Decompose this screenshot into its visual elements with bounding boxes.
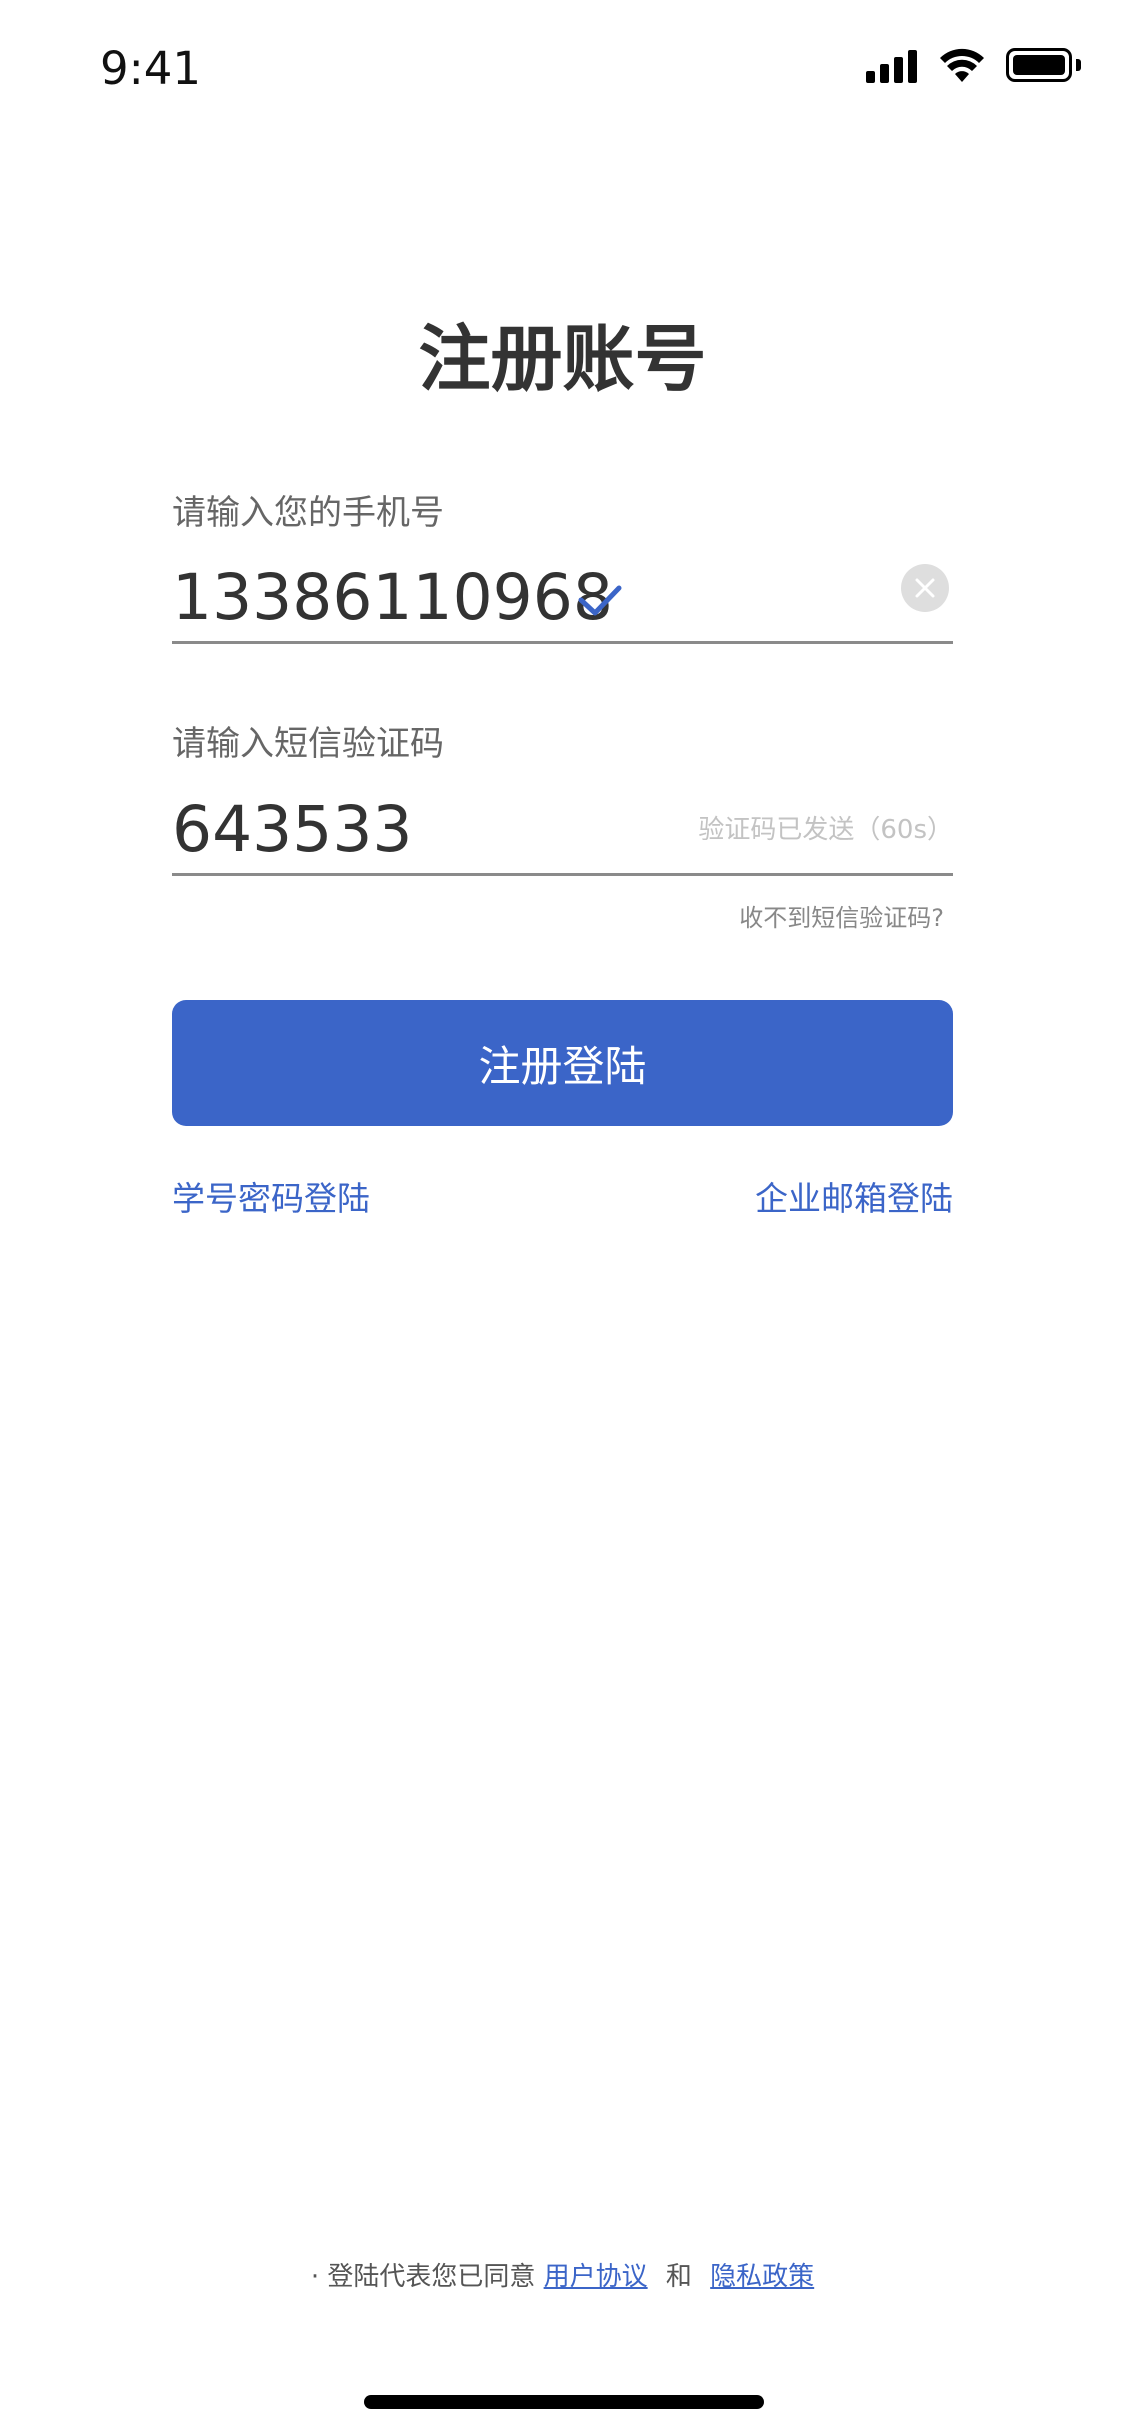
status-bar: 9:41 xyxy=(0,0,1125,132)
check-icon xyxy=(578,585,622,616)
agreement-and: 和 xyxy=(665,2262,692,2292)
resend-code-link[interactable]: 收不到短信验证码? xyxy=(739,898,944,933)
page-title: 注册账号 xyxy=(418,317,707,401)
battery-icon xyxy=(1006,48,1081,84)
phone-field-label: 请输入您的手机号 xyxy=(172,493,444,533)
status-icons xyxy=(866,48,1081,84)
agreement-notice: · 登陆代表您已同意 用户协议 和 隐私政策 xyxy=(0,2256,1125,2293)
verification-code-input[interactable]: 643533 验证码已发送（60s） xyxy=(172,790,953,876)
student-id-login-link[interactable]: 学号密码登陆 xyxy=(172,1172,370,1220)
clear-icon[interactable] xyxy=(901,564,949,612)
wifi-icon xyxy=(940,48,984,82)
status-time: 9:41 xyxy=(100,42,202,95)
phone-input[interactable]: 13386110968 xyxy=(172,558,953,644)
agreement-prefix: · 登陆代表您已同意 xyxy=(310,2262,536,2292)
code-sent-countdown: 验证码已发送（60s） xyxy=(698,815,953,845)
verification-code-value: 643533 xyxy=(172,793,413,866)
privacy-policy-link[interactable]: 隐私政策 xyxy=(710,2262,814,2292)
home-indicator[interactable] xyxy=(364,2395,764,2409)
code-field-label: 请输入短信验证码 xyxy=(172,724,444,764)
enterprise-email-login-link[interactable]: 企业邮箱登陆 xyxy=(755,1172,953,1220)
cellular-signal-icon xyxy=(866,49,918,83)
user-agreement-link[interactable]: 用户协议 xyxy=(544,2262,648,2292)
register-login-button[interactable]: 注册登陆 xyxy=(172,1000,953,1126)
phone-input-value: 13386110968 xyxy=(172,561,613,634)
